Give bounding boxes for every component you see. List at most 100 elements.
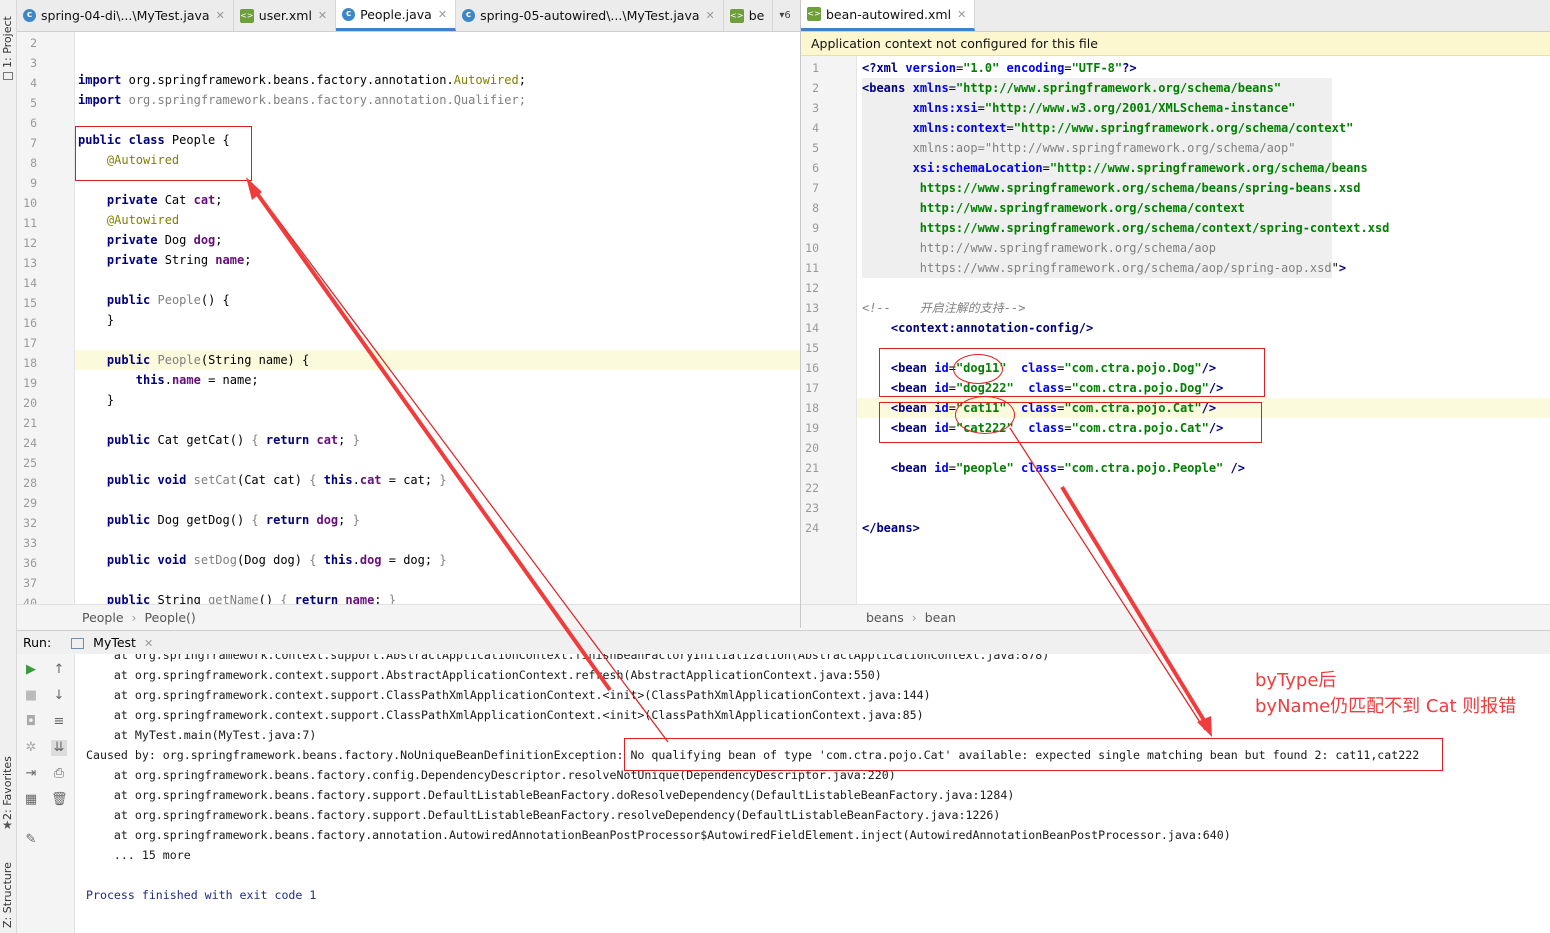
layout-icon[interactable]: ▦: [23, 792, 39, 808]
console-line: ... 15 more: [86, 848, 191, 862]
line-number: 20: [805, 441, 819, 455]
line-number: 36: [23, 556, 37, 570]
line-number: 40: [23, 596, 37, 604]
console-line: at org.springframework.context.support.C…: [86, 708, 924, 722]
tab-spring05-mytest[interactable]: c spring-05-autowired\...\MyTest.java ✕: [456, 0, 724, 31]
camera-icon[interactable]: ◘: [23, 714, 39, 730]
line-number: 7: [30, 136, 37, 150]
line-number: 10: [23, 196, 37, 210]
annotation-box-cat-beans: [879, 402, 1262, 443]
xml-file-icon: <>: [729, 8, 744, 23]
line-number: 21: [23, 416, 37, 430]
soft-wrap-icon[interactable]: ≡: [51, 714, 67, 730]
line-number: 11: [805, 261, 819, 275]
java-class-icon: c: [462, 9, 476, 22]
line-number: 22: [805, 481, 819, 495]
tab-user-xml[interactable]: <> user.xml ✕: [234, 0, 337, 31]
tab-label: People.java: [360, 6, 432, 22]
tab-label: spring-04-di\...\MyTest.java: [41, 8, 210, 23]
xml-breadcrumb: beans › bean: [801, 604, 1550, 630]
line-number: 12: [805, 281, 819, 295]
line-number: 18: [23, 356, 37, 370]
line-number: 20: [23, 396, 37, 410]
line-number: 6: [30, 116, 37, 130]
line-number: 16: [805, 361, 819, 375]
breadcrumb-method[interactable]: People(): [145, 610, 196, 625]
java-class-icon: c: [23, 9, 36, 22]
line-number: 24: [805, 521, 819, 535]
breadcrumb-bean[interactable]: bean: [925, 610, 956, 625]
tab-people-java[interactable]: c People.java ✕: [336, 0, 457, 31]
arrow-up-icon[interactable]: ↑: [51, 662, 67, 678]
arrow-down-icon[interactable]: ↓: [51, 688, 67, 704]
trash-icon[interactable]: 🗑: [51, 792, 68, 808]
stop-icon[interactable]: ■: [23, 688, 39, 704]
print-icon[interactable]: ⎙: [51, 766, 67, 782]
settings-icon[interactable]: ✲: [23, 740, 39, 756]
breadcrumb-class[interactable]: People: [82, 610, 124, 625]
breadcrumb-beans[interactable]: beans: [866, 610, 904, 625]
run-config-icon: [71, 638, 85, 649]
line-number: 4: [30, 76, 37, 90]
console-line: at org.springframework.beans.factory.sup…: [86, 788, 1015, 802]
run-label: Run:: [23, 635, 52, 650]
line-number: 19: [805, 421, 819, 435]
line-number: 3: [30, 56, 37, 70]
folder-icon: [3, 72, 13, 80]
close-icon[interactable]: ✕: [144, 637, 153, 650]
pin-icon[interactable]: ✎: [23, 832, 39, 848]
line-number: 14: [805, 321, 819, 335]
line-number: 32: [23, 516, 37, 530]
tab-label: be: [748, 8, 765, 23]
run-panel-header: Run: MyTest ✕: [17, 630, 1550, 654]
favorites-tool-tab[interactable]: 2: Favorites: [1, 740, 16, 820]
close-icon[interactable]: ✕: [318, 9, 327, 22]
line-number: 29: [23, 496, 37, 510]
tab-label: bean-autowired.xml: [826, 6, 952, 22]
java-source: import org.springframework.beans.factory…: [78, 73, 526, 604]
close-icon[interactable]: ✕: [957, 8, 966, 21]
console-line: at org.springframework.context.support.A…: [86, 654, 1050, 662]
line-number: 23: [805, 501, 819, 515]
close-icon[interactable]: ✕: [216, 9, 225, 22]
java-breadcrumb: People › People(): [17, 604, 800, 630]
run-toolbar: ▶ ↑ ■ ↓ ◘ ≡ ✲ ⇊ ⇥ ⎙ ▦ 🗑 ✎: [17, 654, 75, 933]
java-editor[interactable]: 2 3 4 5 6 7 8 9 10 11 12 13 14 15 16 17 18 19 20 21 24 25 28 29…: [17, 32, 800, 604]
tab-overflow-button[interactable]: ▾6: [773, 0, 798, 31]
annotation-box-exception: [624, 738, 1443, 771]
line-number: 9: [30, 176, 37, 190]
line-number: 25: [23, 456, 37, 470]
console-line: at org.springframework.context.support.A…: [86, 668, 882, 682]
run-tab-mytest[interactable]: MyTest: [93, 635, 136, 650]
line-number: 19: [23, 376, 37, 390]
console-line: at org.springframework.beans.factory.sup…: [86, 808, 1001, 822]
star-icon: ★: [2, 818, 13, 832]
line-number: 10: [805, 241, 819, 255]
tab-label: user.xml: [258, 8, 312, 23]
line-number: 17: [805, 381, 819, 395]
console-line: Process finished with exit code 1: [86, 888, 317, 902]
tab-bean-autowired-xml[interactable]: <> bean-autowired.xml ✕: [801, 0, 976, 31]
project-tool-tab[interactable]: 1: Project: [1, 8, 16, 68]
line-number: 18: [805, 401, 819, 415]
java-class-icon: c: [342, 7, 356, 21]
close-icon[interactable]: ✕: [706, 9, 715, 22]
restore-layout-icon[interactable]: ⇥: [23, 766, 39, 782]
tab-be[interactable]: <> be: [724, 0, 774, 31]
rerun-icon[interactable]: ▶: [23, 662, 39, 678]
line-number: 28: [23, 476, 37, 490]
line-number: 5: [812, 141, 819, 155]
structure-tool-tab[interactable]: Z: Structure: [1, 848, 16, 928]
xml-editor[interactable]: 1 2 3 4 5 6 7 8 9 10 11 12 13 14 15 16 17 18 19 20 21 22 23 24 …: [801, 56, 1550, 604]
line-number: 6: [812, 161, 819, 175]
annotation-note: byType后 byName仍匹配不到 Cat 则报错: [1255, 668, 1516, 720]
line-number: 2: [30, 36, 37, 50]
line-number: 9: [812, 221, 819, 235]
line-number: 37: [23, 576, 37, 590]
annotation-line-2: byName仍匹配不到 Cat 则报错: [1255, 696, 1517, 717]
line-number: 8: [30, 156, 37, 170]
line-number: 13: [805, 301, 819, 315]
tab-spring04-mytest[interactable]: c spring-04-di\...\MyTest.java ✕: [17, 0, 234, 31]
scroll-to-end-icon[interactable]: ⇊: [51, 740, 67, 756]
close-icon[interactable]: ✕: [438, 8, 447, 21]
